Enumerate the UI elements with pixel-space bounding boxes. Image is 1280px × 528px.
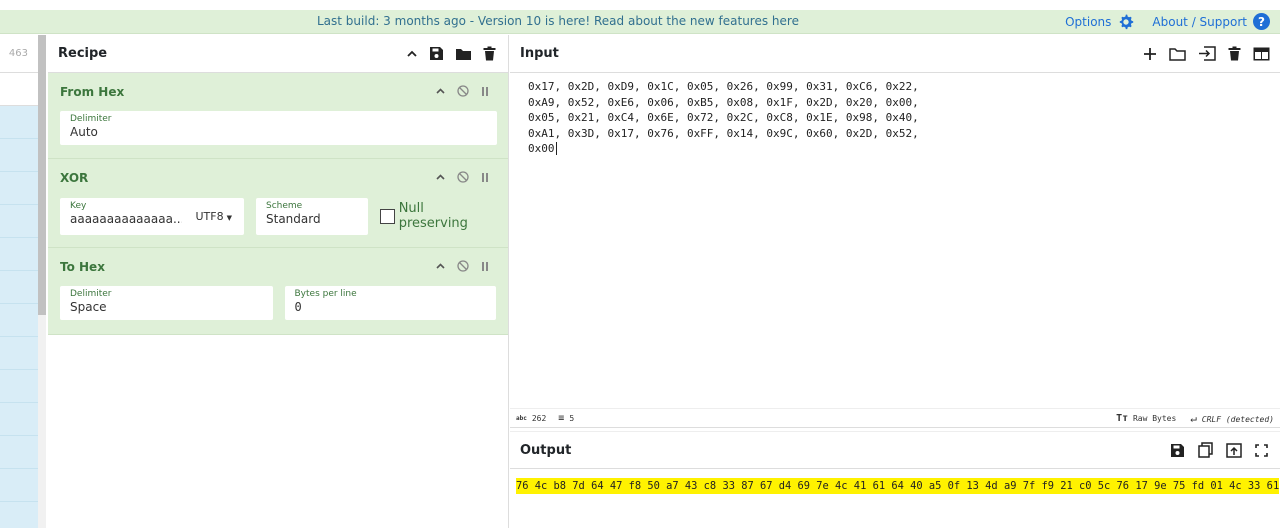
folder-icon[interactable] [455, 47, 472, 61]
banner-links: Options About / Support ? [1065, 13, 1270, 30]
operations-count: 463 [0, 35, 38, 73]
bytes-per-line-field[interactable]: Bytes per line 0 [284, 286, 496, 320]
plus-icon[interactable] [1143, 47, 1157, 61]
checkbox-label: Null preserving [398, 201, 468, 231]
disable-icon[interactable] [457, 260, 469, 272]
return-arrow-icon: ↵ [1190, 411, 1197, 425]
scheme-field[interactable]: Scheme Standard [256, 197, 368, 235]
copy-icon[interactable] [1198, 442, 1213, 458]
disable-icon[interactable] [457, 85, 469, 97]
list-item[interactable] [0, 205, 38, 238]
key-encoding-dropdown[interactable]: UTF8 ▼ [196, 210, 233, 223]
field-value: Space [70, 300, 107, 314]
recipe-title: Recipe [58, 46, 108, 61]
operations-panel: 463 [0, 35, 38, 528]
scrollbar-thumb[interactable] [38, 35, 46, 315]
field-value: aaaaaaaaaaaaaa... [70, 211, 182, 226]
pause-icon[interactable] [480, 172, 490, 183]
list-item[interactable] [0, 106, 38, 139]
replace-input-icon[interactable] [1226, 442, 1242, 458]
field-label: Bytes per line [294, 289, 357, 299]
operations-search-input[interactable] [0, 73, 38, 106]
text-cursor [555, 142, 557, 156]
delimiter-field[interactable]: Delimiter Auto [60, 111, 497, 145]
field-label: Scheme [266, 200, 303, 211]
recipe-panel: Recipe From Hex Delimiter Auto XOR Key a… [48, 35, 509, 528]
list-item[interactable] [0, 172, 38, 205]
field-value: 0 [294, 300, 302, 314]
text-format-icon: Tт [1116, 412, 1129, 424]
chevron-up-icon[interactable] [406, 48, 418, 60]
top-strip [0, 0, 1280, 10]
input-line: 0xA1, 0x3D, 0x17, 0x76, 0xFF, 0x14, 0x9C… [528, 126, 919, 140]
notification-banner: Last build: 3 months ago - Version 10 is… [0, 10, 1280, 34]
raw-bytes-toggle[interactable]: Tт Raw Bytes [1116, 413, 1176, 424]
list-item[interactable] [0, 403, 38, 436]
io-panel: Input 0x17, 0x2D, 0xD9, 0x1C, 0x05, 0x26… [510, 35, 1280, 528]
chevron-up-icon[interactable] [435, 261, 446, 272]
list-item[interactable] [0, 370, 38, 403]
save-icon[interactable] [1170, 443, 1185, 458]
field-label: Delimiter [70, 289, 112, 299]
char-count: 262 [531, 413, 547, 423]
operation-title: To Hex [60, 260, 105, 274]
operation-from-hex: From Hex Delimiter Auto [48, 73, 508, 159]
key-field[interactable]: Key aaaaaaaaaaaaaa... UTF8 ▼ [60, 197, 244, 235]
checkbox-box[interactable] [379, 208, 395, 224]
chevron-up-icon[interactable] [435, 172, 446, 183]
input-textarea[interactable]: 0x17, 0x2D, 0xD9, 0x1C, 0x05, 0x26, 0x99… [510, 73, 1280, 408]
about-support-link[interactable]: About / Support [1152, 15, 1247, 29]
input-status-bar: abc 262 ≡ 5 Tт Raw Bytes ↵ CRLF (detecte… [510, 408, 1280, 428]
banner-message[interactable]: Last build: 3 months ago - Version 10 is… [317, 14, 799, 28]
output-text: 76 4c b8 7d 64 47 f8 50 a7 43 c8 33 87 6… [516, 478, 1280, 494]
pause-icon[interactable] [480, 86, 490, 97]
trash-icon[interactable] [1228, 46, 1241, 61]
options-link[interactable]: Options [1065, 15, 1111, 29]
input-line: 0x17, 0x2D, 0xD9, 0x1C, 0x05, 0x26, 0x99… [528, 80, 919, 93]
list-item[interactable] [0, 337, 38, 370]
lines-icon: ≡ [558, 412, 565, 424]
list-item[interactable] [0, 469, 38, 502]
operation-xor: XOR Key aaaaaaaaaaaaaa... UTF8 ▼ Scheme S… [48, 159, 508, 248]
help-icon[interactable]: ? [1253, 13, 1270, 30]
caret-down-icon: ▼ [226, 213, 232, 222]
list-item[interactable] [0, 238, 38, 271]
open-file-icon[interactable] [1198, 46, 1216, 61]
list-item[interactable] [0, 436, 38, 469]
input-line: 0x05, 0x21, 0xC4, 0x6E, 0x72, 0x2C, 0xC8… [528, 111, 919, 125]
field-value: Auto [70, 125, 98, 139]
layout-icon[interactable] [1253, 47, 1270, 61]
field-value: Standard [266, 211, 321, 226]
output-textarea[interactable]: 76 4c b8 7d 64 47 f8 50 a7 43 c8 33 87 6… [510, 469, 1280, 499]
output-title: Output [520, 442, 572, 458]
chevron-up-icon[interactable] [435, 86, 446, 97]
list-item[interactable] [0, 271, 38, 304]
operation-title: XOR [60, 171, 89, 185]
list-item[interactable] [0, 139, 38, 172]
trash-icon[interactable] [483, 46, 496, 61]
eol-selector[interactable]: ↵ CRLF (detected) [1190, 412, 1274, 425]
input-header: Input [510, 35, 1280, 73]
maximize-icon[interactable] [1255, 443, 1268, 457]
recipe-header: Recipe [48, 35, 508, 73]
gear-icon[interactable] [1117, 13, 1134, 30]
char-count-icon: abc [516, 414, 527, 422]
disable-icon[interactable] [457, 171, 469, 183]
pause-icon[interactable] [480, 261, 490, 272]
operations-scrollbar[interactable] [38, 35, 46, 528]
line-count: 5 [569, 413, 575, 423]
input-line: 0xA9, 0x52, 0xE6, 0x06, 0xB5, 0x08, 0x1F… [528, 95, 919, 109]
open-folder-icon[interactable] [1169, 47, 1186, 61]
delimiter-field[interactable]: Delimiter Space [60, 286, 273, 320]
operation-to-hex: To Hex Delimiter Space Bytes per line 0 [48, 248, 508, 335]
input-title: Input [520, 46, 559, 61]
operation-title: From Hex [60, 85, 125, 99]
list-item[interactable] [0, 304, 38, 337]
output-header: Output [510, 431, 1280, 469]
null-preserving-checkbox[interactable]: Null preserving [379, 201, 496, 231]
operations-list [0, 106, 38, 528]
save-icon[interactable] [429, 46, 444, 61]
field-label: Delimiter [70, 114, 112, 124]
input-line: 0x00 [528, 142, 557, 156]
